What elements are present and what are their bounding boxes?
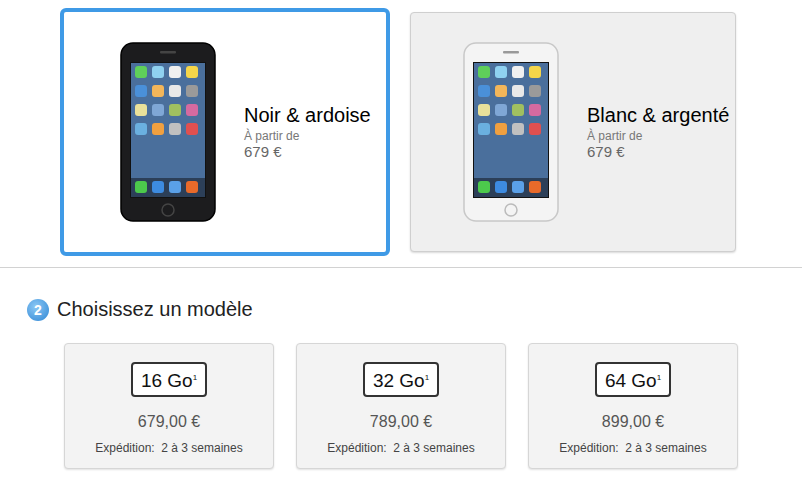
model-price: 899,00 € bbox=[602, 413, 664, 431]
color-section: Noir & ardoiseÀ partir de679 €Blanc & ar… bbox=[0, 0, 802, 268]
model-price: 789,00 € bbox=[370, 413, 432, 431]
color-name: Noir & ardoise bbox=[244, 103, 371, 127]
step-badge: 2 bbox=[27, 299, 49, 321]
color-info: Blanc & argenté À partir de679 € bbox=[587, 103, 729, 161]
from-price: 679 € bbox=[244, 143, 371, 161]
model-card[interactable]: 64 Go1 899,00 € Expédition: 2 à 3 semaines bbox=[528, 343, 738, 469]
page: Noir & ardoiseÀ partir de679 €Blanc & ar… bbox=[0, 0, 802, 496]
model-card[interactable]: 32 Go1 789,00 € Expédition: 2 à 3 semaines bbox=[296, 343, 506, 469]
model-list: 16 Go1 679,00 € Expédition: 2 à 3 semaines… bbox=[64, 343, 802, 469]
from-label: À partir de bbox=[587, 129, 729, 143]
phone-icon bbox=[120, 42, 216, 222]
capacity-label: 32 Go1 bbox=[363, 362, 439, 397]
shipping-info: Expédition: 2 à 3 semaines bbox=[95, 441, 242, 455]
model-card[interactable]: 16 Go1 679,00 € Expédition: 2 à 3 semaines bbox=[64, 343, 274, 469]
color-card[interactable]: Noir & ardoise À partir de679 € bbox=[60, 8, 390, 256]
from-label: À partir de bbox=[244, 129, 371, 143]
capacity-label: 16 Go1 bbox=[131, 362, 207, 397]
color-name: Blanc & argenté bbox=[587, 103, 729, 127]
phone-icon bbox=[463, 42, 559, 222]
color-card[interactable]: Blanc & argenté À partir de679 € bbox=[410, 12, 736, 252]
capacity-label: 64 Go1 bbox=[595, 362, 671, 397]
step-title: 2Choisissez un modèle bbox=[27, 298, 802, 321]
model-section: 2Choisissez un modèle 16 Go1 679,00 € Expéd… bbox=[0, 268, 802, 469]
shipping-info: Expédition: 2 à 3 semaines bbox=[559, 441, 706, 455]
color-info: Noir & ardoise À partir de679 € bbox=[244, 103, 371, 161]
from-price: 679 € bbox=[587, 143, 729, 161]
shipping-info: Expédition: 2 à 3 semaines bbox=[327, 441, 474, 455]
model-price: 679,00 € bbox=[138, 413, 200, 431]
